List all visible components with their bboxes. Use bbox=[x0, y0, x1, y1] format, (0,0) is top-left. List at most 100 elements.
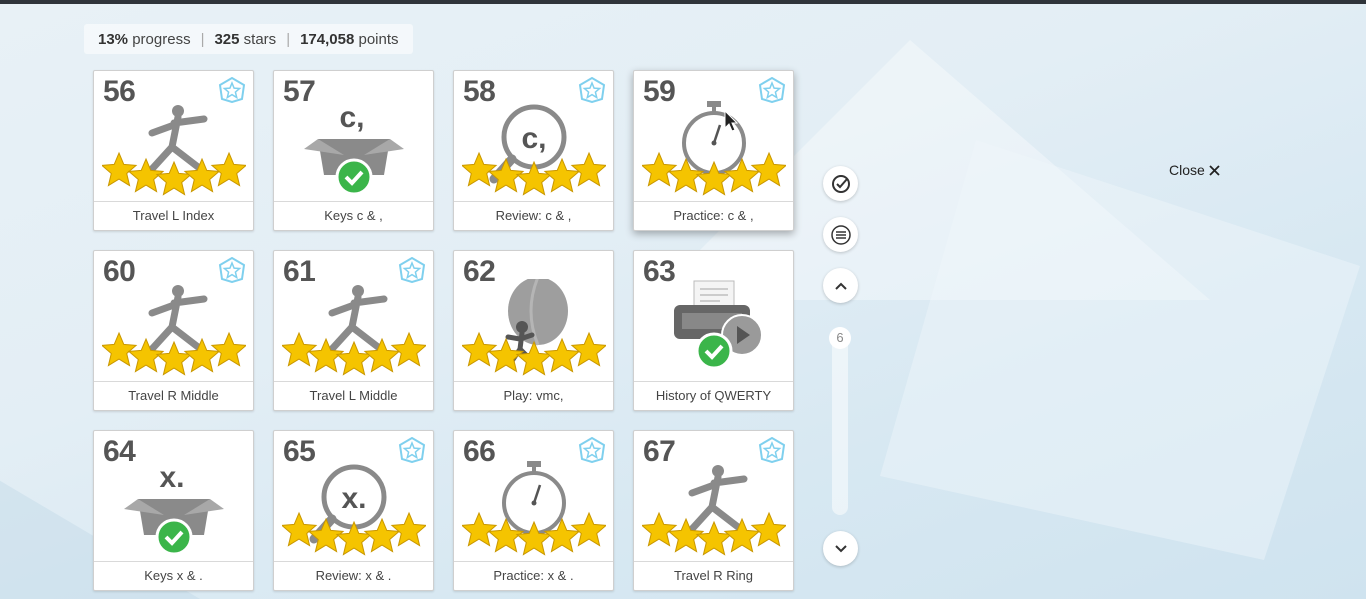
star-icon bbox=[723, 517, 761, 553]
key-glyph: c, bbox=[339, 101, 364, 134]
star-icon bbox=[210, 151, 246, 187]
lesson-label: Travel R Middle bbox=[94, 381, 253, 410]
scroll-track[interactable] bbox=[832, 327, 848, 515]
stars-label: stars bbox=[243, 30, 277, 48]
lesson-label: Practice: c & , bbox=[634, 201, 793, 230]
star-icon bbox=[570, 511, 606, 547]
progress-value: 13% bbox=[98, 30, 129, 48]
completed-check-icon bbox=[155, 518, 193, 556]
mouse-cursor bbox=[724, 110, 738, 132]
star-rating bbox=[282, 511, 426, 556]
star-icon bbox=[642, 511, 678, 547]
star-icon bbox=[515, 340, 553, 376]
key-glyph: x. bbox=[159, 461, 184, 494]
star-icon bbox=[282, 331, 318, 367]
star-icon bbox=[723, 157, 761, 193]
typewriter-icon bbox=[674, 280, 763, 370]
lesson-card[interactable]: 65 x. Review: x & . bbox=[273, 430, 434, 591]
lesson-label: Travel L Index bbox=[94, 201, 253, 230]
lesson-label: History of QWERTY bbox=[634, 381, 793, 410]
lesson-card[interactable]: 61 Travel L Middle bbox=[273, 250, 434, 411]
stars-value: 325 bbox=[214, 30, 240, 48]
star-icon bbox=[363, 517, 401, 553]
star-icon bbox=[515, 520, 553, 556]
star-icon bbox=[543, 517, 581, 553]
lesson-label: Practice: x & . bbox=[454, 561, 613, 590]
lesson-card[interactable]: 66 Practice: x & . bbox=[453, 430, 614, 591]
lesson-card[interactable]: 58 c, Review: c & , bbox=[453, 70, 614, 231]
lesson-card[interactable]: 62 Play: vmc, bbox=[453, 250, 614, 411]
chevron-down-icon bbox=[834, 544, 847, 552]
lesson-card[interactable]: 60 Travel R Middle bbox=[93, 250, 254, 411]
lesson-label: Travel L Middle bbox=[274, 381, 433, 410]
star-icon bbox=[102, 331, 138, 367]
lesson-label: Play: vmc, bbox=[454, 381, 613, 410]
star-icon bbox=[282, 511, 318, 547]
star-icon bbox=[363, 337, 401, 373]
scroll-up-button[interactable] bbox=[823, 268, 858, 303]
star-icon bbox=[462, 151, 498, 187]
separator: | bbox=[286, 30, 291, 48]
completed-check-icon bbox=[695, 332, 733, 370]
star-icon bbox=[570, 331, 606, 367]
star-icon bbox=[515, 160, 553, 196]
star-rating bbox=[462, 151, 606, 196]
star-icon bbox=[335, 340, 373, 376]
star-icon bbox=[102, 151, 138, 187]
close-label: Close bbox=[1169, 162, 1205, 178]
star-icon bbox=[462, 331, 498, 367]
lesson-label: Keys x & . bbox=[94, 561, 253, 590]
scroll-position: 6 bbox=[829, 327, 851, 349]
lesson-label: Travel R Ring bbox=[634, 561, 793, 590]
goals-button[interactable] bbox=[823, 166, 858, 201]
star-icon bbox=[183, 157, 221, 193]
star-icon bbox=[390, 331, 426, 367]
lesson-label: Review: c & , bbox=[454, 201, 613, 230]
close-icon bbox=[1209, 164, 1220, 176]
box-icon: x. bbox=[124, 461, 224, 556]
progress-label: progress bbox=[132, 30, 191, 48]
star-icon bbox=[642, 151, 678, 187]
lesson-card[interactable]: 63 History of QWERTY bbox=[633, 250, 794, 411]
star-icon bbox=[155, 160, 193, 196]
star-rating bbox=[102, 151, 246, 196]
star-rating bbox=[642, 511, 786, 556]
star-icon bbox=[750, 151, 786, 187]
star-icon bbox=[210, 331, 246, 367]
star-icon bbox=[543, 337, 581, 373]
lesson-card[interactable]: 56 Travel L Index bbox=[93, 70, 254, 231]
menu-button[interactable] bbox=[823, 217, 858, 252]
lesson-label: Keys c & , bbox=[274, 201, 433, 230]
box-icon: c, bbox=[304, 101, 404, 196]
menu-icon bbox=[830, 224, 851, 245]
star-icon bbox=[543, 157, 581, 193]
points-label: points bbox=[358, 30, 399, 48]
scroll-down-button[interactable] bbox=[823, 531, 858, 566]
star-icon bbox=[695, 160, 733, 196]
completed-check-icon bbox=[335, 158, 373, 196]
close-button[interactable]: Close bbox=[1169, 162, 1220, 178]
star-icon bbox=[750, 511, 786, 547]
star-icon bbox=[183, 337, 221, 373]
lesson-card[interactable]: 57 c, Keys c & , bbox=[273, 70, 434, 231]
star-icon bbox=[335, 520, 373, 556]
star-icon bbox=[390, 511, 426, 547]
top-bar bbox=[0, 0, 1366, 4]
lesson-label: Review: x & . bbox=[274, 561, 433, 590]
star-icon bbox=[695, 520, 733, 556]
points-value: 174,058 bbox=[300, 30, 355, 48]
star-icon bbox=[155, 340, 193, 376]
star-rating bbox=[102, 331, 246, 376]
lesson-card[interactable]: 67 Travel R Ring bbox=[633, 430, 794, 591]
star-rating bbox=[642, 151, 786, 196]
star-icon bbox=[570, 151, 606, 187]
star-rating bbox=[462, 511, 606, 556]
lesson-card[interactable]: 59 Practice: c & , bbox=[633, 70, 794, 231]
stats-bar: 13% progress | 325 stars | 174,058 point… bbox=[84, 24, 413, 54]
separator: | bbox=[200, 30, 205, 48]
chevron-up-icon bbox=[834, 282, 847, 290]
star-icon bbox=[462, 511, 498, 547]
star-rating bbox=[282, 331, 426, 376]
check-circle-icon bbox=[831, 174, 850, 193]
lesson-card[interactable]: 64 x. Keys x & . bbox=[93, 430, 254, 591]
